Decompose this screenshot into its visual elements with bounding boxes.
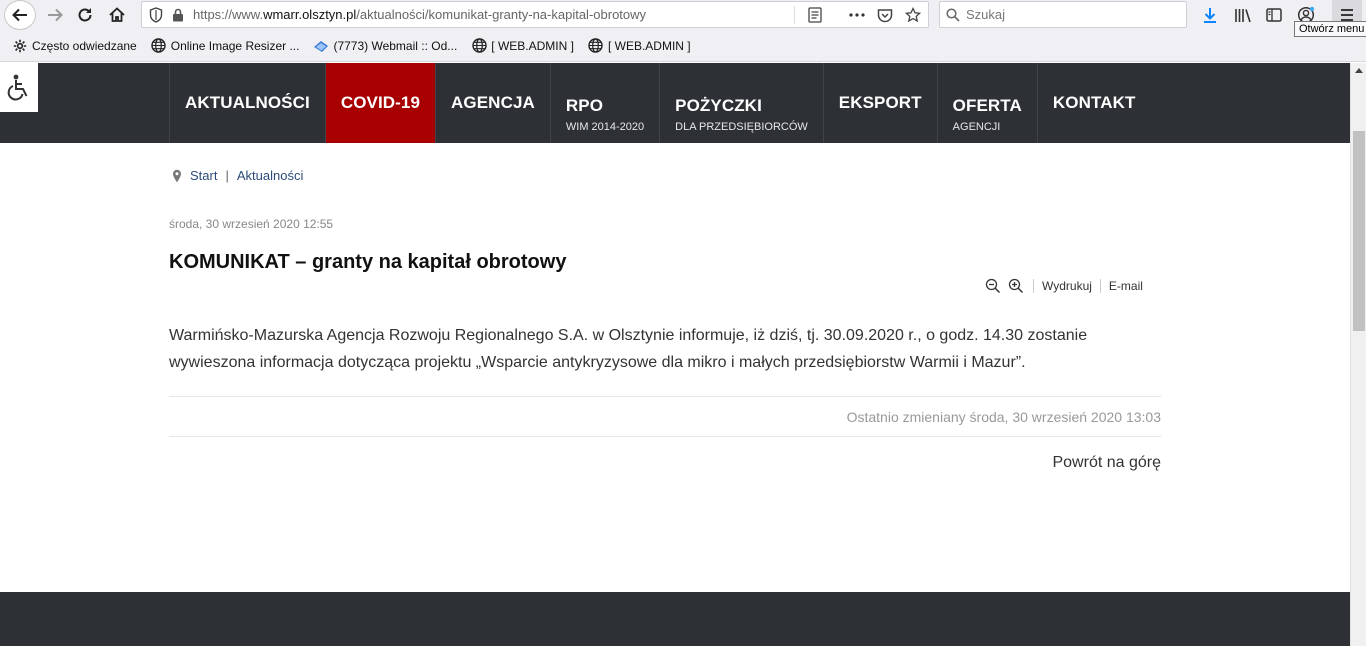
email-link[interactable]: E-mail xyxy=(1109,279,1143,293)
nav-item-rpo[interactable]: RPO WIM 2014-2020 xyxy=(549,63,659,143)
bookmark-item[interactable]: Online Image Resizer ... xyxy=(151,38,299,54)
globe-icon xyxy=(151,38,167,54)
nav-item-agencja[interactable]: AGENCJA xyxy=(435,63,550,143)
address-bar[interactable]: https://www.wmarr.olsztyn.pl/aktualności… xyxy=(141,1,929,28)
scroll-up-arrow-icon[interactable] xyxy=(1352,63,1366,77)
menu-list: AKTUALNOŚCI COVID-19 AGENCJA RPO WIM 201… xyxy=(169,63,1150,143)
search-input[interactable]: Szukaj xyxy=(939,1,1187,28)
reader-view-icon[interactable] xyxy=(804,4,826,26)
bookmark-item[interactable]: Często odwiedzane xyxy=(12,38,137,54)
scrollbar-thumb[interactable] xyxy=(1353,131,1365,331)
tools-divider xyxy=(1033,279,1034,293)
article-tools: Wydrukuj E-mail xyxy=(985,278,1143,294)
divider xyxy=(169,396,1161,397)
breadcrumb-current-link[interactable]: Aktualności xyxy=(237,168,303,183)
url-text[interactable]: https://www.wmarr.olsztyn.pl/aktualności… xyxy=(193,7,646,22)
site-footer xyxy=(0,592,1350,646)
urlbar-divider xyxy=(794,6,795,24)
search-placeholder: Szukaj xyxy=(966,7,1006,22)
gear-icon xyxy=(12,38,28,54)
main-navigation: AKTUALNOŚCI COVID-19 AGENCJA RPO WIM 201… xyxy=(0,63,1350,143)
more-actions-icon[interactable] xyxy=(846,4,868,26)
menu-tooltip: Otwórz menu xyxy=(1294,21,1366,37)
home-button[interactable] xyxy=(102,0,132,30)
back-button[interactable] xyxy=(4,0,36,30)
globe-icon xyxy=(471,38,487,54)
browser-toolbar: https://www.wmarr.olsztyn.pl/aktualności… xyxy=(0,0,1366,37)
reload-icon xyxy=(78,8,92,22)
shield-icon[interactable] xyxy=(145,4,167,26)
home-icon xyxy=(109,7,125,22)
globe-icon xyxy=(588,38,604,54)
bookmarks-bar: Często odwiedzane Online Image Resizer .… xyxy=(0,30,1366,62)
breadcrumb-separator: | xyxy=(225,168,229,183)
bookmark-item[interactable]: (7773) Webmail :: Od... xyxy=(313,38,457,54)
arrow-left-icon xyxy=(12,8,27,22)
breadcrumb-start-link[interactable]: Start xyxy=(190,168,217,183)
nav-item-eksport[interactable]: EKSPORT xyxy=(822,63,937,143)
article-title: KOMUNIKAT – granty na kapitał obrotowy xyxy=(169,251,567,273)
page-viewport: AKTUALNOŚCI COVID-19 AGENCJA RPO WIM 201… xyxy=(0,63,1350,646)
wheelchair-icon xyxy=(7,74,28,100)
reload-button[interactable] xyxy=(70,0,100,30)
lock-icon[interactable] xyxy=(167,4,189,26)
zoom-out-icon[interactable] xyxy=(985,278,1001,294)
vertical-scrollbar[interactable] xyxy=(1350,63,1366,646)
library-icon[interactable] xyxy=(1228,0,1258,30)
download-icon[interactable] xyxy=(1195,0,1225,30)
breadcrumb: Start | Aktualności xyxy=(172,168,303,183)
last-modified: Ostatnio zmieniany środa, 30 wrzesień 20… xyxy=(846,409,1161,425)
tools-divider xyxy=(1099,279,1101,293)
nav-item-aktualnosci[interactable]: AKTUALNOŚCI xyxy=(169,63,325,143)
sidebar-toggle-icon[interactable] xyxy=(1259,0,1289,30)
forward-button[interactable] xyxy=(40,0,70,30)
back-to-top-link[interactable]: Powrót na górę xyxy=(1052,454,1161,472)
arrow-right-icon xyxy=(48,8,63,22)
search-icon xyxy=(946,7,960,22)
bookmark-item[interactable]: [ WEB.ADMIN ] xyxy=(471,38,574,54)
accessibility-button[interactable] xyxy=(0,63,38,112)
divider xyxy=(169,436,1161,437)
nav-item-kontakt[interactable]: KONTAKT xyxy=(1036,63,1151,143)
zoom-in-icon[interactable] xyxy=(1008,278,1024,294)
bookmark-star-icon[interactable] xyxy=(902,4,924,26)
print-link[interactable]: Wydrukuj xyxy=(1042,279,1092,293)
article-body: Warmińsko-Mazurska Agencja Rozwoju Regio… xyxy=(169,327,1088,371)
nav-item-covid-19[interactable]: COVID-19 xyxy=(324,63,436,143)
webmail-icon xyxy=(313,38,329,54)
article-date: środa, 30 wrzesień 2020 12:55 xyxy=(169,217,334,231)
nav-item-pozyczki[interactable]: POŻYCZKI DLA PRZEDSIĘBIORCÓW xyxy=(659,63,823,143)
pocket-icon[interactable] xyxy=(874,4,896,26)
bookmark-item[interactable]: [ WEB.ADMIN ] xyxy=(588,38,691,54)
nav-item-oferta[interactable]: OFERTA AGENCJI xyxy=(936,63,1037,143)
map-pin-icon xyxy=(172,169,184,183)
